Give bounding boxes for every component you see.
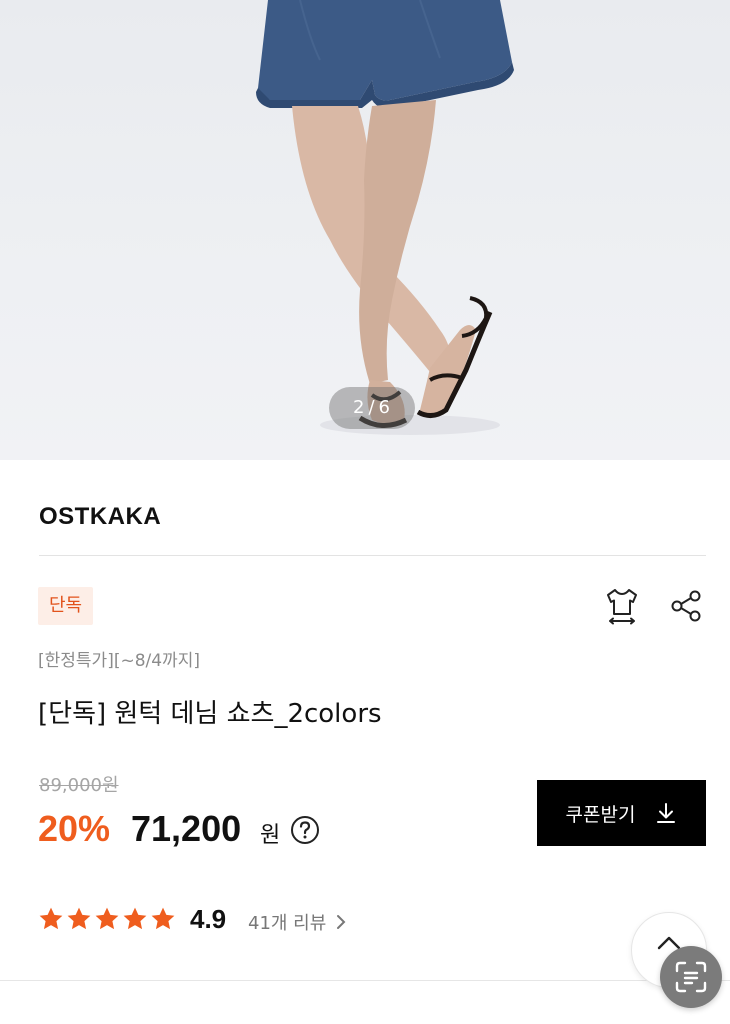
star-icon <box>151 907 175 930</box>
image-counter-separator: / <box>368 397 376 418</box>
currency-unit: 원 <box>260 823 281 848</box>
review-link[interactable]: 41개 리뷰 <box>248 909 346 935</box>
download-icon <box>655 801 677 825</box>
star-icon <box>95 907 119 930</box>
image-counter-total: 6 <box>378 397 391 418</box>
size-guide-button[interactable] <box>602 586 642 626</box>
coupon-button-label: 쿠폰받기 <box>565 804 636 826</box>
brand-name[interactable]: OSTKAKA <box>39 503 161 531</box>
image-counter: 2/6 <box>329 387 415 429</box>
scan-icon <box>675 961 707 993</box>
star-icon <box>67 907 91 930</box>
price-help-button[interactable] <box>290 815 320 845</box>
image-counter-current: 2 <box>353 397 366 418</box>
star-icon <box>39 907 63 930</box>
tshirt-size-icon <box>607 589 637 625</box>
star-icon <box>123 907 147 930</box>
review-count: 41개 리뷰 <box>248 913 327 934</box>
question-circle-icon <box>291 816 319 844</box>
sale-price: 71,200 <box>131 808 242 849</box>
share-button[interactable] <box>666 586 706 626</box>
product-image[interactable]: 2/6 <box>0 0 730 460</box>
coupon-download-button[interactable]: 쿠폰받기 <box>537 780 706 846</box>
scan-button[interactable] <box>660 946 722 1008</box>
promo-label: [한정특가][~8/4까지] <box>38 651 200 671</box>
original-price: 89,000원 <box>39 775 119 796</box>
divider <box>39 555 706 556</box>
chevron-right-icon <box>337 915 346 929</box>
section-divider <box>0 980 730 981</box>
exclusive-badge: 단독 <box>38 587 94 625</box>
share-icon <box>671 590 701 622</box>
product-title: [단독] 원턱 데님 쇼츠_2colors <box>38 699 382 729</box>
discount-rate: 20% <box>38 808 111 849</box>
rating-score: 4.9 <box>190 904 227 934</box>
rating-stars <box>38 906 176 932</box>
